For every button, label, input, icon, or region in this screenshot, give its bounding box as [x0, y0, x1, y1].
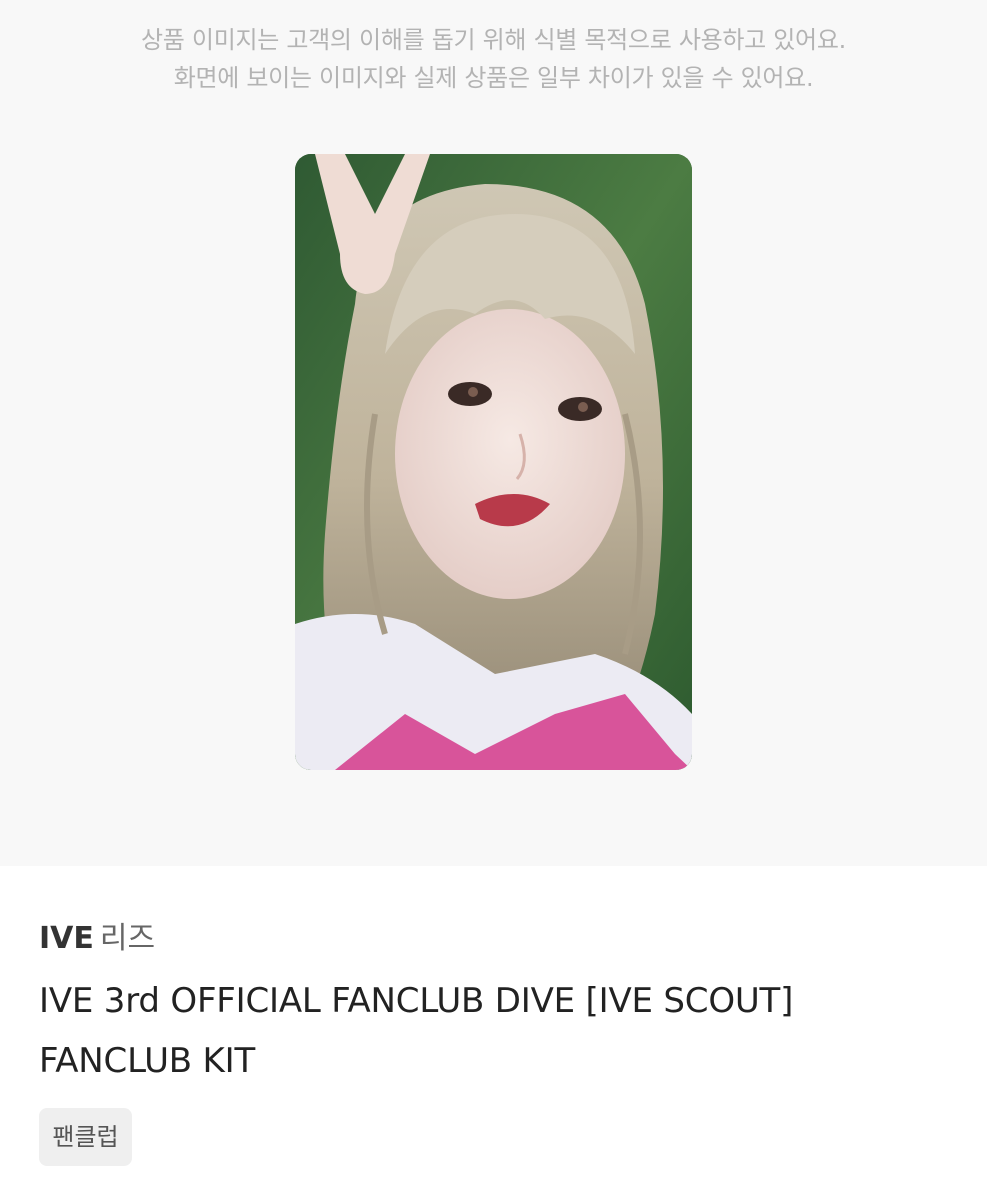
- image-notice-line-2: 화면에 보이는 이미지와 실제 상품은 일부 차이가 있을 수 있어요.: [173, 64, 814, 92]
- product-title: IVE 3rd OFFICIAL FANCLUB DIVE [IVE SCOUT…: [39, 981, 794, 1081]
- photocard-image[interactable]: [295, 154, 692, 770]
- product-image-area: 상품 이미지는 고객의 이해를 돕기 위해 식별 목적으로 사용하고 있어요. …: [0, 0, 987, 866]
- member-name: 리즈: [99, 921, 156, 956]
- artist-name[interactable]: IVE: [39, 921, 94, 956]
- image-notice-line-1: 상품 이미지는 고객의 이해를 돕기 위해 식별 목적으로 사용하고 있어요.: [141, 26, 846, 54]
- category-tag[interactable]: 팬클럽: [39, 1108, 132, 1166]
- artist-line: IVE 리즈: [39, 918, 155, 960]
